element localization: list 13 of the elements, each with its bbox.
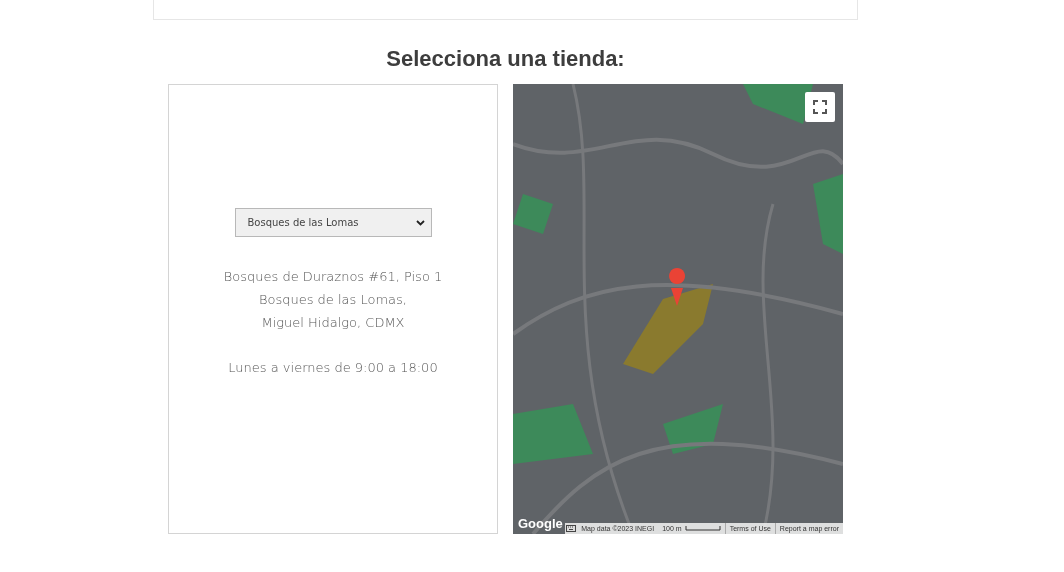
- fullscreen-button[interactable]: [805, 92, 835, 122]
- address-line: Bosques de Duraznos #61, Piso 1: [223, 269, 443, 285]
- opening-hours: Lunes a viernes de 9:00 a 18:00: [228, 360, 438, 376]
- fullscreen-icon: [813, 100, 827, 114]
- store-dropdown[interactable]: Bosques de las Lomas: [234, 208, 432, 237]
- chevron-down-icon: [415, 219, 425, 226]
- address-line: Bosques de las Lomas,: [259, 292, 407, 308]
- keyboard-icon: [566, 525, 577, 532]
- map-logo: Google: [518, 516, 563, 531]
- section-heading: Selecciona una tienda:: [385, 46, 626, 73]
- scale-bar-icon: [684, 526, 721, 531]
- keyboard-shortcuts-button[interactable]: [565, 523, 578, 534]
- address-line: Miguel Hidalgo, CDMX: [261, 315, 405, 331]
